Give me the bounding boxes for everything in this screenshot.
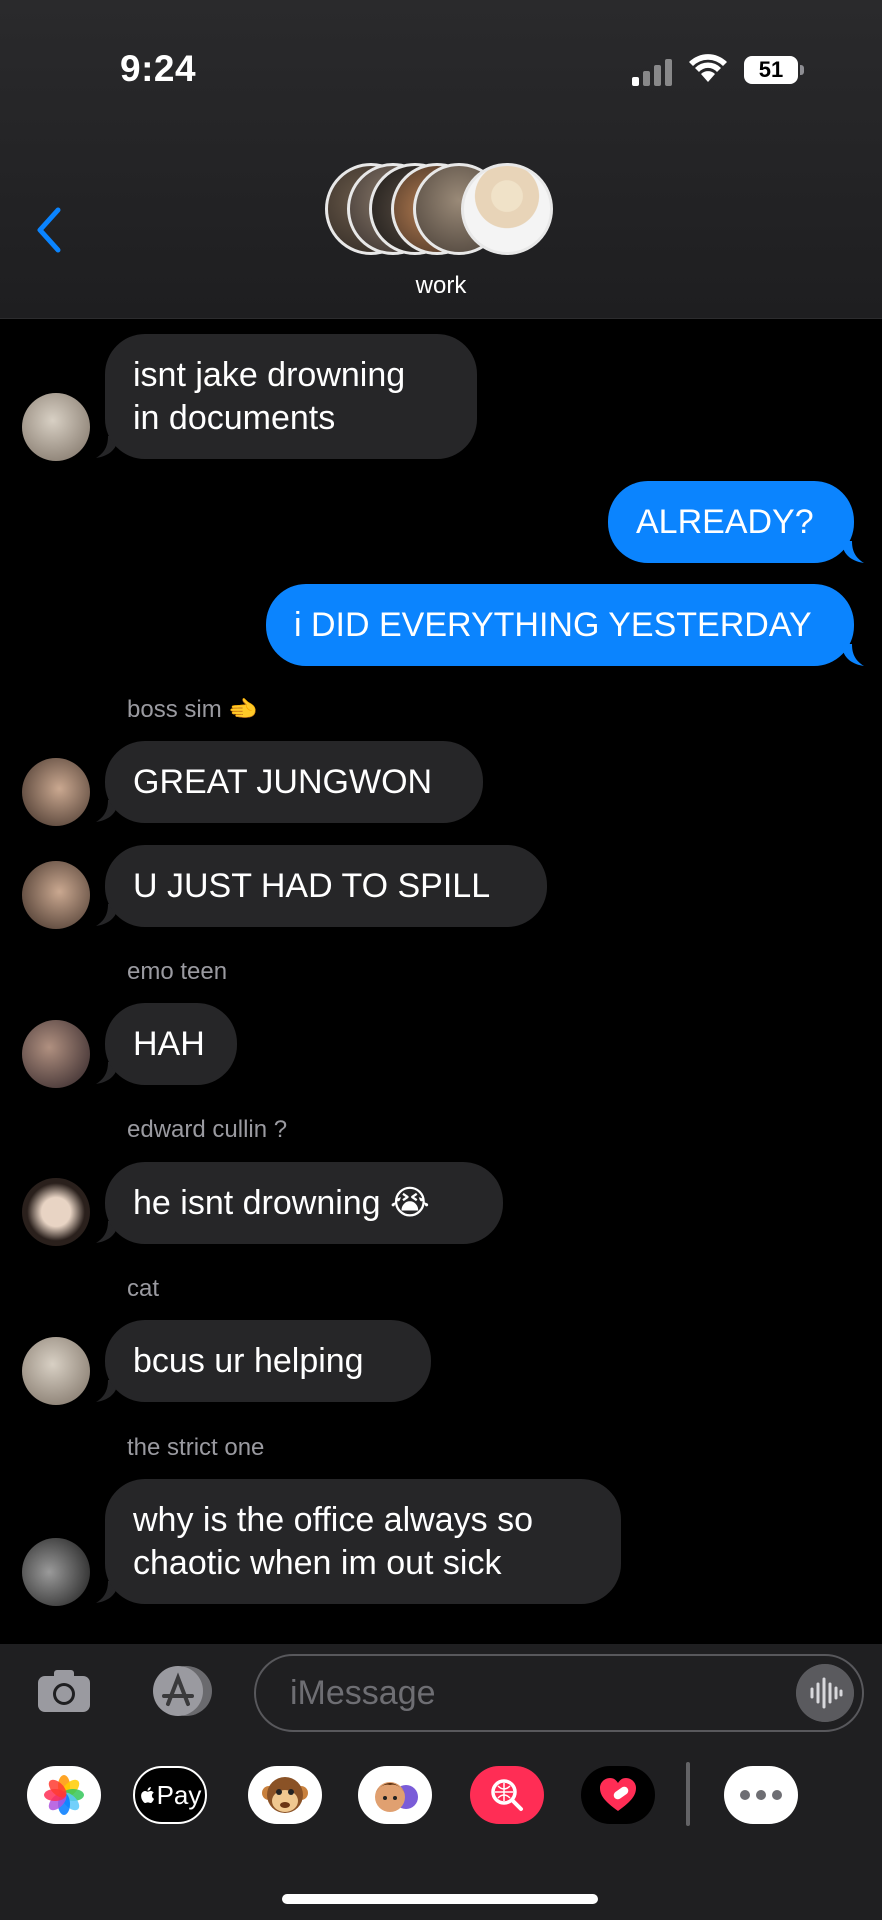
apple-pay-button[interactable]: Pay <box>133 1766 207 1824</box>
app-drawer: Pay <box>0 1744 882 1920</box>
image-search-icon <box>491 1779 523 1811</box>
sender-avatar[interactable] <box>22 1337 90 1405</box>
digital-touch-app-button[interactable] <box>581 1766 655 1824</box>
message-bubble[interactable]: why is the office always so chaotic when… <box>105 1479 621 1604</box>
wifi-icon <box>689 54 727 82</box>
bubble-tail <box>842 644 864 666</box>
battery-indicator: 51 <box>744 56 798 84</box>
compose-bar: iMessage <box>0 1644 882 1744</box>
message-bubble[interactable]: HAH <box>105 1003 237 1085</box>
more-apps-button[interactable] <box>724 1766 798 1824</box>
message-bubble[interactable]: bcus ur helping <box>105 1320 431 1402</box>
sender-name: emo teen <box>127 958 228 985</box>
message-bubble[interactable]: he isnt drowning 😭 <box>105 1162 503 1244</box>
sender-avatar[interactable] <box>22 1020 90 1088</box>
sender-name: the strict one <box>127 1434 265 1461</box>
sender-avatar[interactable] <box>22 1178 90 1246</box>
apple-pay-label: Pay <box>156 1779 202 1810</box>
app-store-button[interactable] <box>144 1664 214 1718</box>
message-input[interactable]: iMessage <box>254 1654 864 1732</box>
sender-name: boss sim 🫲 <box>127 696 259 723</box>
camera-button[interactable] <box>36 1666 92 1714</box>
sender-avatar[interactable] <box>22 861 90 929</box>
status-time: 9:24 <box>120 48 197 89</box>
bubble-tail <box>842 541 864 563</box>
message-bubble[interactable]: i DID EVERYTHING YESTERDAY <box>266 584 854 666</box>
memoji-icon <box>375 1782 418 1812</box>
sender-avatar[interactable] <box>22 393 90 461</box>
digital-touch-icon <box>600 1778 636 1811</box>
message-input-placeholder: iMessage <box>290 1674 436 1712</box>
drawer-divider <box>686 1762 690 1826</box>
memoji-app-button[interactable] <box>358 1766 432 1824</box>
group-avatar-stack[interactable] <box>325 163 561 259</box>
photos-app-button[interactable] <box>27 1766 101 1824</box>
monkey-icon <box>262 1777 308 1813</box>
message-bubble[interactable]: ALREADY? <box>608 481 854 563</box>
sender-name: cat <box>127 1275 160 1302</box>
conversation-header: 9:24 51 work <box>0 0 882 319</box>
message-bubble[interactable]: GREAT JUNGWON <box>105 741 483 823</box>
message-bubble[interactable]: isnt jake drowning in documents <box>105 334 477 459</box>
conversation-name[interactable]: work <box>0 272 882 300</box>
back-button[interactable] <box>34 206 64 254</box>
image-search-app-button[interactable] <box>470 1766 544 1824</box>
member-avatar <box>461 163 553 255</box>
photos-icon <box>44 1775 84 1815</box>
cellular-signal-icon <box>632 58 672 86</box>
apple-logo-icon <box>140 1787 154 1803</box>
sender-avatar[interactable] <box>22 1538 90 1606</box>
home-indicator[interactable] <box>282 1894 598 1904</box>
more-icon <box>740 1790 782 1800</box>
sender-avatar[interactable] <box>22 758 90 826</box>
audio-waveform-icon[interactable] <box>796 1664 854 1722</box>
animoji-app-button[interactable] <box>248 1766 322 1824</box>
battery-cap <box>800 65 804 75</box>
message-bubble[interactable]: U JUST HAD TO SPILL <box>105 845 547 927</box>
sender-name: edward cullin ? <box>127 1116 288 1143</box>
